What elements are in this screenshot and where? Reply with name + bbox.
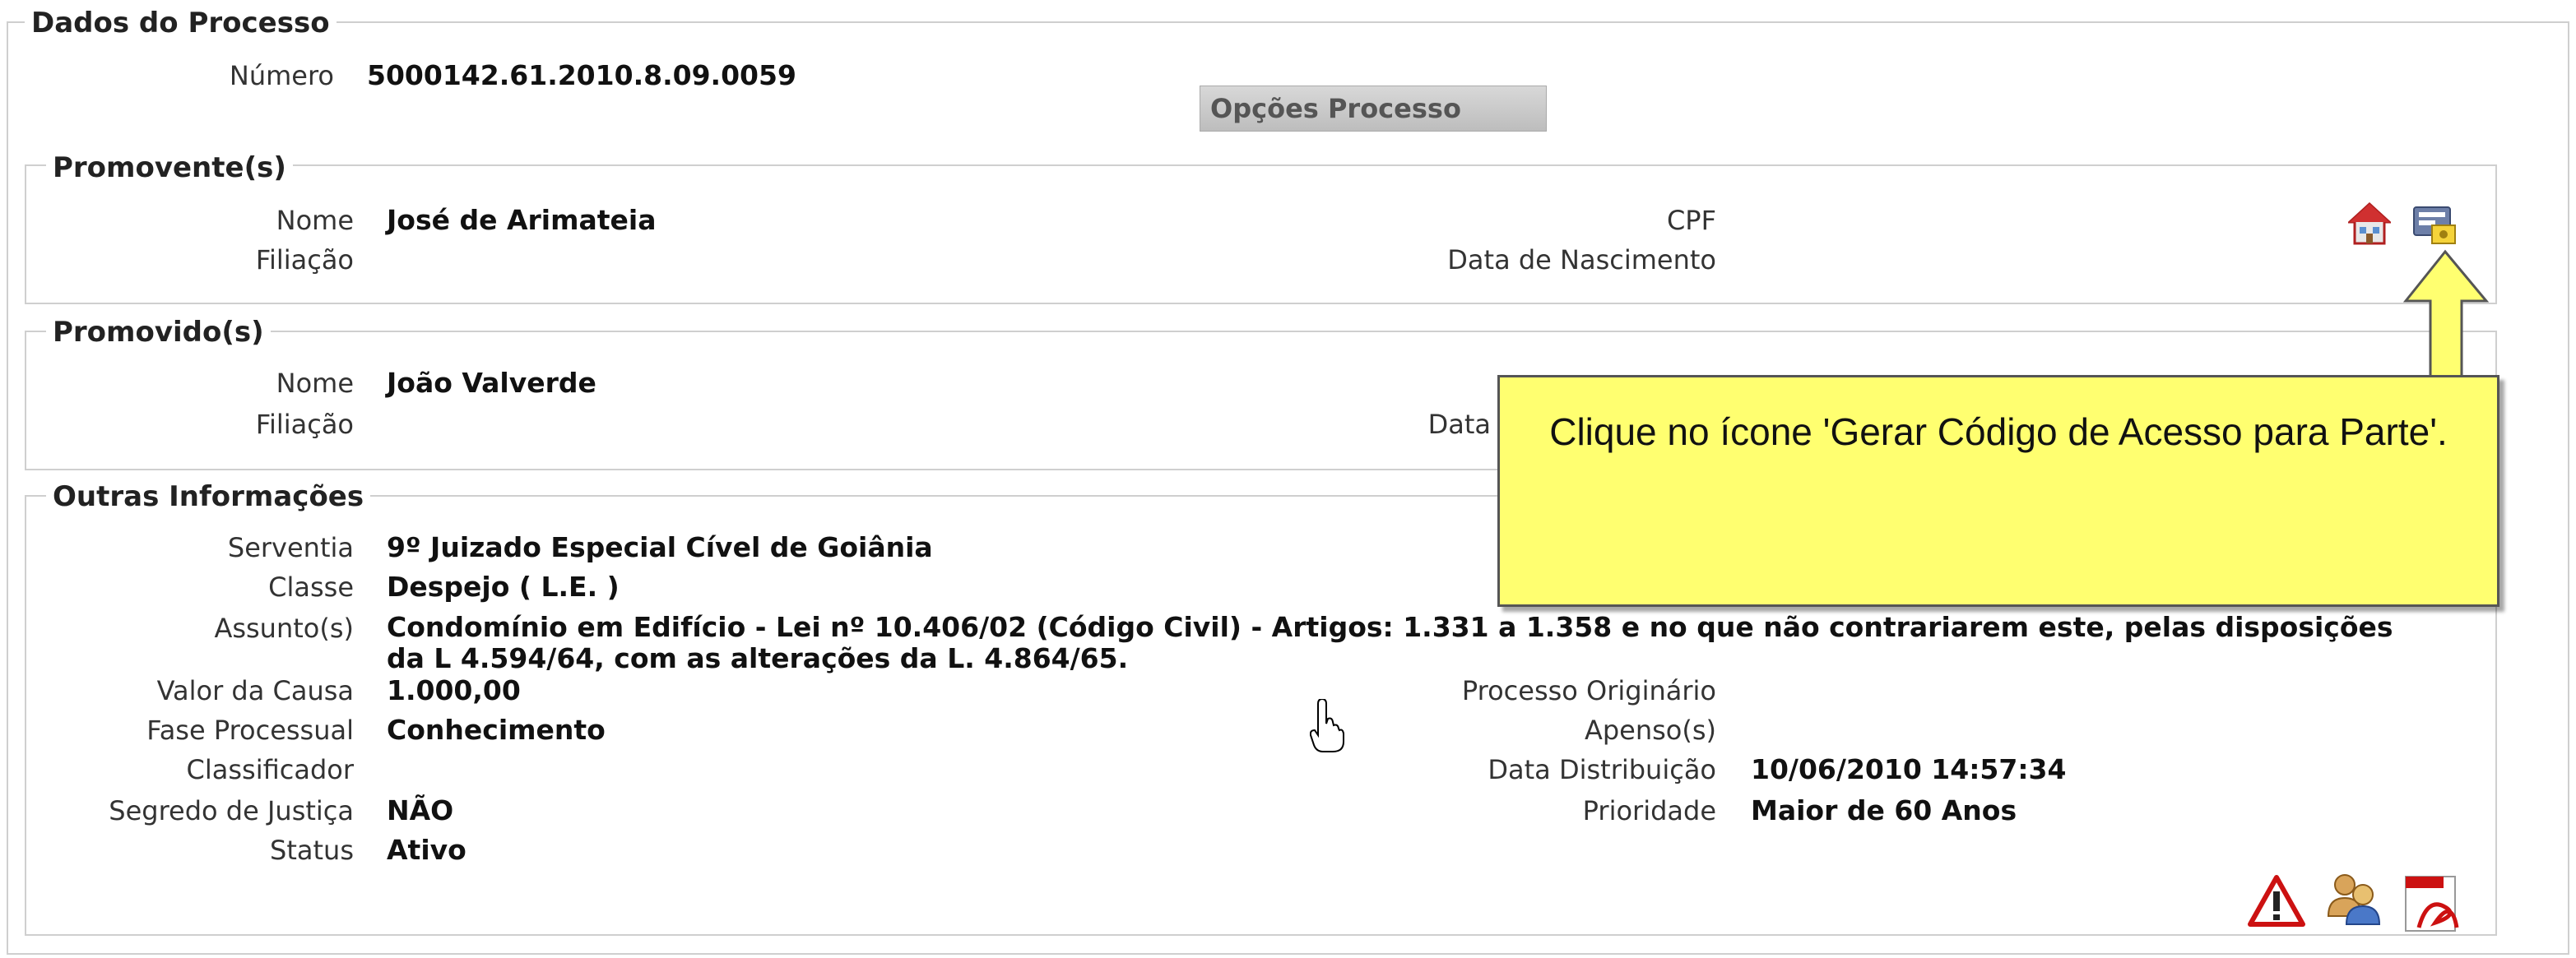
promovente-nome-value: José de Arimateia	[387, 204, 657, 236]
promovente-data-nascimento-label: Data de Nascimento	[1447, 244, 1716, 275]
promovido-data-label: Data	[1427, 409, 1491, 440]
prioridade-value: Maior de 60 Anos	[1751, 794, 2017, 826]
numero-label: Número	[229, 60, 334, 91]
serventia-label: Serventia	[227, 532, 354, 563]
apenso-label: Apenso(s)	[1584, 715, 1716, 746]
promovido-nome-label: Nome	[276, 368, 354, 399]
parties-icon[interactable]	[2325, 870, 2383, 926]
valor-causa-label: Valor da Causa	[156, 675, 354, 706]
segredo-justica-value: NÃO	[387, 794, 454, 826]
classe-value: Despejo ( L.E. )	[387, 571, 620, 603]
classe-label: Classe	[268, 572, 354, 603]
dados-processo-legend: Dados do Processo	[25, 7, 337, 39]
promovente-nome-label: Nome	[276, 205, 354, 236]
callout-arrow	[2402, 249, 2490, 383]
promovido-legend: Promovido(s)	[46, 316, 271, 349]
status-label: Status	[270, 835, 354, 866]
home-icon[interactable]	[2346, 201, 2393, 245]
assunto-value: Condomínio em Edifício - Lei nº 10.406/0…	[387, 611, 2393, 674]
data-distribuicao-label: Data Distribuição	[1488, 754, 1716, 785]
instruction-callout: Clique no ícone 'Gerar Código de Acesso …	[1497, 375, 2499, 607]
serventia-value: 9º Juizado Especial Cível de Goiânia	[387, 531, 933, 563]
data-distribuicao-value: 10/06/2010 14:57:34	[1751, 753, 2067, 785]
warning-icon[interactable]	[2248, 875, 2305, 928]
segredo-justica-label: Segredo de Justiça	[109, 795, 354, 826]
opcoes-processo-button[interactable]: Opções Processo	[1200, 86, 1547, 132]
hand-cursor-icon	[1310, 699, 1344, 752]
valor-causa-value: 1.000,00	[387, 674, 521, 706]
access-code-icon[interactable]	[2412, 204, 2457, 247]
fase-processual-label: Fase Processual	[146, 715, 354, 746]
numero-value: 5000142.61.2010.8.09.0059	[367, 59, 796, 91]
callout-text: Clique no ícone 'Gerar Código de Acesso …	[1549, 410, 2448, 453]
promovente-filiacao-label: Filiação	[255, 244, 354, 275]
promovido-nome-value: João Valverde	[387, 367, 596, 399]
promovente-legend: Promovente(s)	[46, 151, 293, 184]
classificador-label: Classificador	[186, 754, 354, 785]
fase-processual-value: Conhecimento	[387, 714, 606, 746]
processo-originario-label: Processo Originário	[1461, 675, 1716, 706]
assunto-label: Assunto(s)	[214, 613, 354, 644]
outras-informacoes-legend: Outras Informações	[46, 480, 371, 513]
promovente-cpf-label: CPF	[1666, 205, 1716, 236]
promovido-filiacao-label: Filiação	[255, 409, 354, 440]
pdf-icon[interactable]	[2402, 873, 2468, 933]
status-value: Ativo	[387, 834, 466, 866]
prioridade-label: Prioridade	[1582, 795, 1716, 826]
